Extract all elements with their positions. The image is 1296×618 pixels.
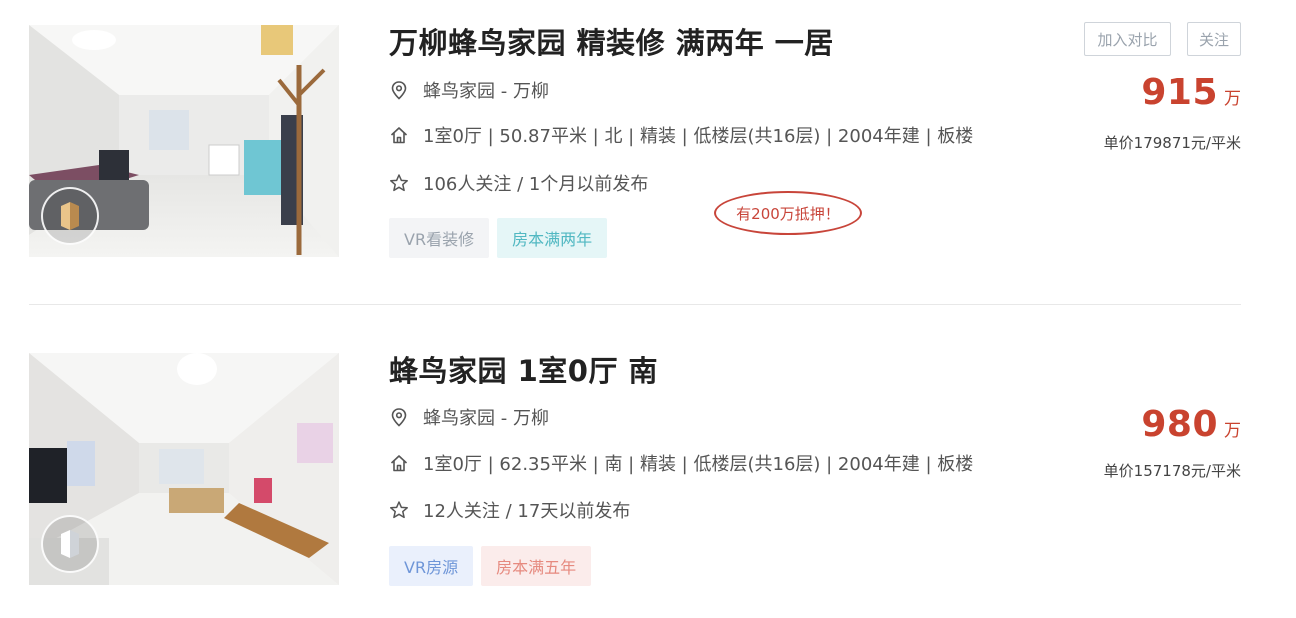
- tag-certificate: 房本满五年: [481, 546, 592, 586]
- vr-badge-icon[interactable]: [41, 187, 99, 245]
- star-icon: [389, 500, 409, 520]
- listing-info-row: 1室0厅 | 62.35平米 | 南 | 精装 | 低楼层(共16层) | 20…: [389, 450, 973, 476]
- listing-tags: VR房源 房本满五年: [389, 546, 592, 586]
- total-price: 915 万: [1141, 72, 1241, 113]
- total-price-value: 980: [1141, 404, 1218, 445]
- listing-title[interactable]: 蜂鸟家园 1室0厅 南: [389, 348, 658, 390]
- listing-follow-text: 106人关注 / 1个月以前发布: [423, 174, 649, 195]
- listing-follow-row: 12人关注 / 17天以前发布: [389, 497, 630, 523]
- star-icon: [389, 173, 409, 193]
- total-price-unit: 万: [1224, 89, 1241, 109]
- listing-card: 蜂鸟家园 1室0厅 南 蜂鸟家园 - 万柳 1室0厅 | 62.35平米 | 南…: [0, 306, 1296, 618]
- house-icon: [389, 453, 409, 473]
- listing-photo[interactable]: [29, 25, 339, 257]
- vr-badge-icon[interactable]: [41, 515, 99, 573]
- listing-info-row: 1室0厅 | 50.87平米 | 北 | 精装 | 低楼层(共16层) | 20…: [389, 122, 973, 148]
- total-price-value: 915: [1141, 72, 1218, 113]
- listing-photo[interactable]: [29, 353, 339, 585]
- house-icon: [389, 125, 409, 145]
- add-to-compare-button[interactable]: 加入对比: [1084, 22, 1171, 56]
- listing-location-text[interactable]: 蜂鸟家园 - 万柳: [423, 404, 549, 430]
- listing-info-text: 1室0厅 | 50.87平米 | 北 | 精装 | 低楼层(共16层) | 20…: [423, 126, 974, 147]
- listing-follow-row: 106人关注 / 1个月以前发布: [389, 170, 648, 196]
- listing-divider: [29, 304, 1241, 305]
- listing-tags: VR看装修 房本满两年: [389, 218, 608, 258]
- listing-location-text[interactable]: 蜂鸟家园 - 万柳: [423, 77, 549, 103]
- listing-location-row: 蜂鸟家园 - 万柳: [389, 404, 549, 430]
- tag-certificate: 房本满两年: [497, 218, 608, 258]
- tag-vr: VR房源: [389, 546, 474, 586]
- listing-info-text: 1室0厅 | 62.35平米 | 南 | 精装 | 低楼层(共16层) | 20…: [423, 454, 974, 475]
- tag-vr: VR看装修: [389, 218, 490, 258]
- location-pin-icon: [389, 80, 409, 100]
- listing-card: 万柳蜂鸟家园 精装修 满两年 一居 蜂鸟家园 - 万柳 1室0厅 | 50.87…: [0, 0, 1296, 300]
- location-pin-icon: [389, 407, 409, 427]
- handwritten-note: 有200万抵押！: [714, 191, 862, 235]
- listing-title[interactable]: 万柳蜂鸟家园 精装修 满两年 一居: [389, 20, 834, 62]
- unit-price: 单价179871元/平米: [1103, 134, 1241, 152]
- unit-price: 单价157178元/平米: [1103, 462, 1241, 480]
- total-price: 980 万: [1141, 404, 1241, 445]
- follow-button[interactable]: 关注: [1187, 22, 1241, 56]
- listing-follow-text: 12人关注 / 17天以前发布: [423, 501, 631, 522]
- total-price-unit: 万: [1224, 421, 1241, 441]
- listing-location-row: 蜂鸟家园 - 万柳: [389, 77, 549, 103]
